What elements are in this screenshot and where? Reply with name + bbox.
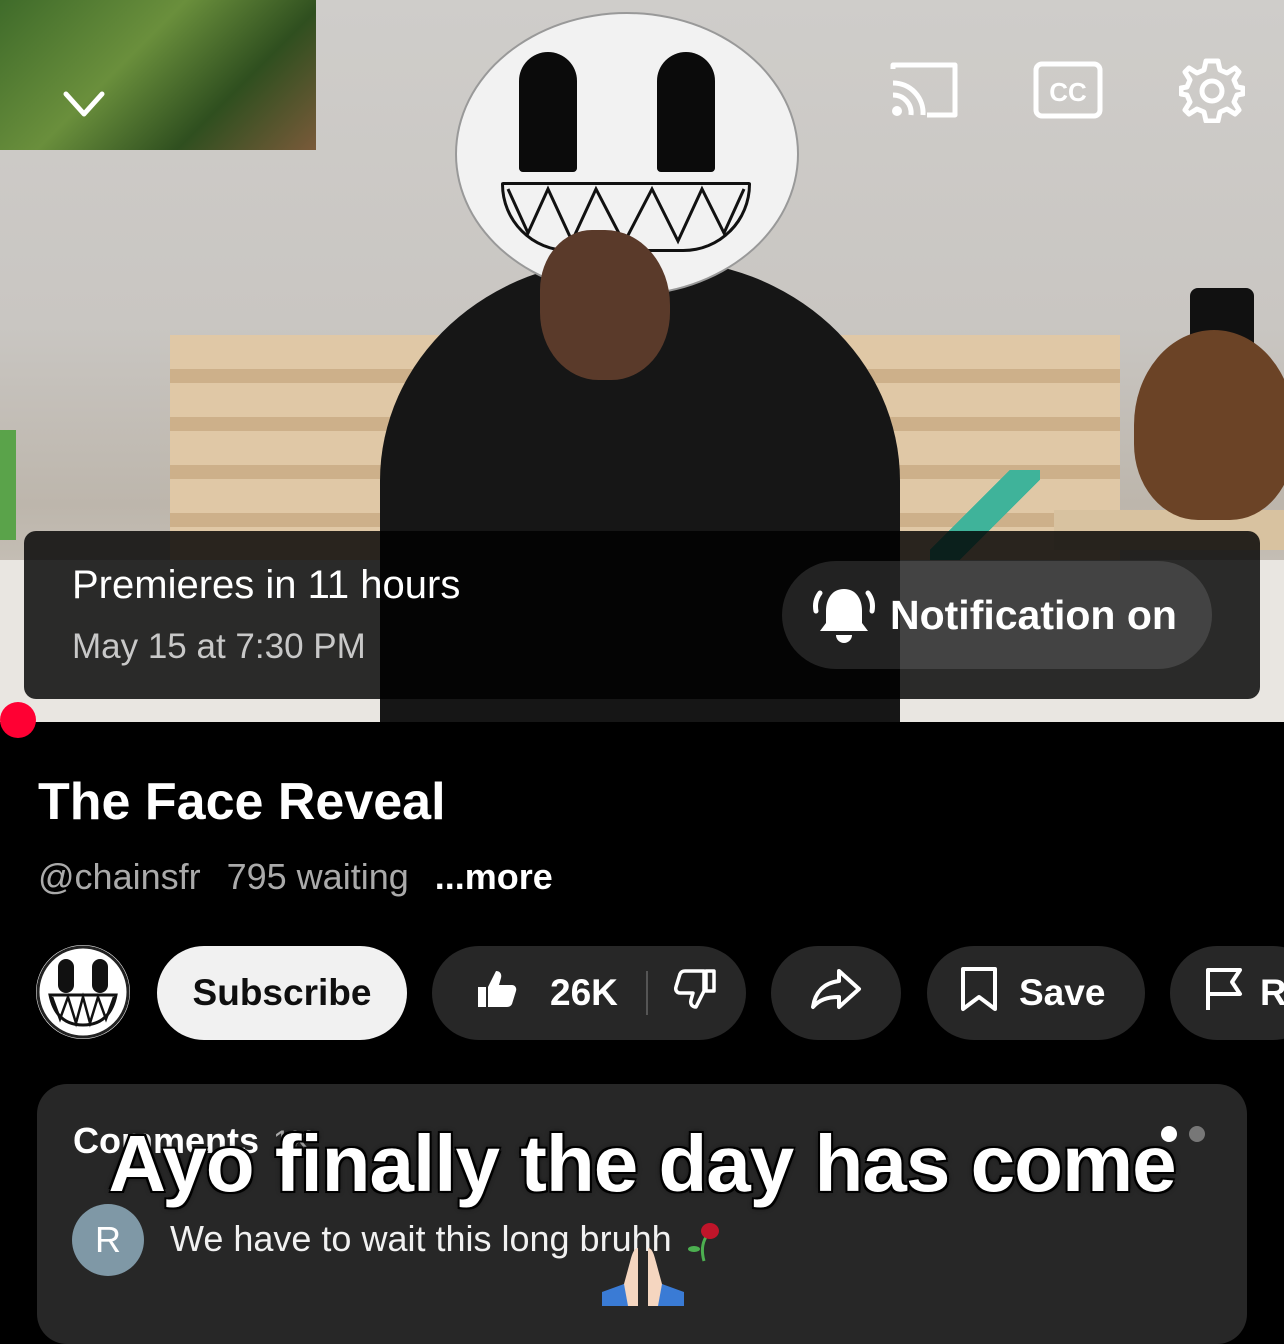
report-label: R (1260, 972, 1284, 1013)
thumbs-down-icon (673, 967, 718, 1020)
caption-overlay: Ayo finally the day has come (108, 1119, 1176, 1208)
bear-plush (1134, 330, 1284, 520)
premiere-date: May 15 at 7:30 PM (72, 627, 366, 666)
like-count: 26K (550, 972, 618, 1013)
channel-handle[interactable]: @chainsfr (38, 856, 201, 897)
notification-button[interactable]: Notification on (782, 561, 1212, 669)
flag-icon (1202, 966, 1246, 1021)
hand (540, 230, 670, 380)
closed-captions-icon[interactable]: CC (1032, 58, 1104, 122)
dislike-button[interactable] (673, 967, 718, 1020)
svg-text:CC: CC (1049, 77, 1087, 107)
premiere-banner: Premieres in 11 hours May 15 at 7:30 PM … (24, 531, 1260, 699)
gear-icon[interactable] (1178, 58, 1246, 123)
wilted-rose-icon (682, 1218, 726, 1262)
bookmark-icon (959, 965, 999, 1022)
cast-icon[interactable] (888, 58, 960, 122)
wall-poster (0, 0, 316, 150)
waiting-count: 795 waiting (226, 856, 409, 897)
creeper-figure (0, 430, 16, 540)
report-button[interactable]: R (1170, 946, 1284, 1040)
channel-avatar[interactable] (36, 945, 130, 1039)
save-button[interactable]: Save (927, 946, 1145, 1040)
premiere-title: Premieres in 11 hours (72, 563, 461, 607)
notification-label: Notification on (890, 591, 1177, 638)
subscribe-button[interactable]: Subscribe (157, 946, 407, 1040)
save-label: Save (1019, 972, 1106, 1013)
mask-eye-left (519, 52, 577, 172)
chevron-down-icon[interactable] (60, 84, 108, 124)
like-dislike-group: 26K (432, 946, 746, 1040)
video-player[interactable]: CC Premieres in 11 hours May 15 at 7:30 … (0, 0, 1284, 722)
like-button[interactable]: 26K (432, 946, 618, 1040)
more-link[interactable]: ...more (435, 856, 553, 897)
like-divider (645, 971, 648, 1015)
video-meta: @chainsfr 795 waiting ...more (38, 856, 553, 898)
share-button[interactable] (771, 946, 901, 1040)
mask-eye-right (657, 52, 715, 172)
progress-scrubber[interactable] (0, 702, 36, 738)
comment-body: We have to wait this long bruhh (170, 1218, 672, 1259)
thumbs-up-icon (474, 967, 518, 1020)
bell-ringing-icon (804, 575, 884, 655)
share-arrow-icon (809, 967, 863, 1020)
praying-hands-icon (598, 1244, 688, 1308)
video-title: The Face Reveal (38, 773, 446, 831)
comment-avatar: R (72, 1204, 144, 1276)
